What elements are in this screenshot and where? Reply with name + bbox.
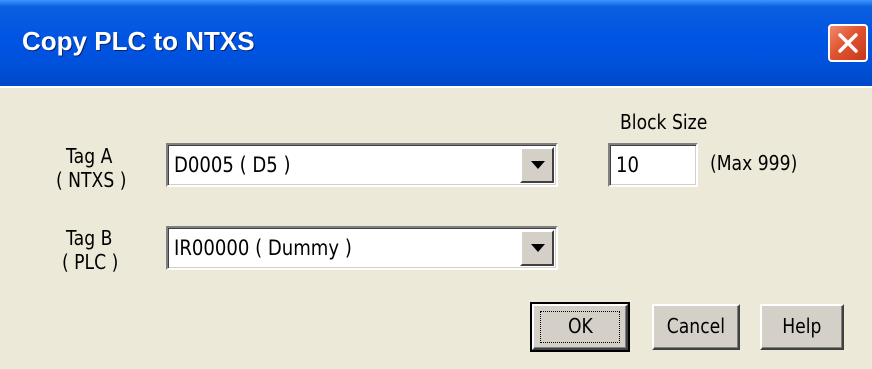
tag-b-dropdown-button[interactable] xyxy=(520,230,554,266)
block-size-value: 10 xyxy=(616,153,639,177)
cancel-button-label: Cancel xyxy=(666,314,726,338)
tag-a-sublabel: ( NTXS ) xyxy=(56,168,127,192)
tag-a-value: D0005 ( D5 ) xyxy=(174,153,291,177)
help-button[interactable]: Help xyxy=(760,304,844,350)
block-size-input[interactable]: 10 xyxy=(608,143,698,187)
tag-a-dropdown[interactable]: D0005 ( D5 ) xyxy=(166,143,558,187)
tag-b-dropdown[interactable]: IR00000 ( Dummy ) xyxy=(166,226,558,270)
dialog-title: Copy PLC to NTXS xyxy=(22,26,255,56)
tag-b-value: IR00000 ( Dummy ) xyxy=(174,236,352,260)
block-size-max-note: (Max 999) xyxy=(710,151,798,175)
ok-button[interactable]: OK xyxy=(530,302,630,352)
tag-a-label: Tag A xyxy=(66,144,113,168)
help-button-label: Help xyxy=(782,314,822,338)
client-edge xyxy=(0,86,872,88)
tag-b-sublabel: ( PLC ) xyxy=(62,250,119,274)
ok-button-label: OK xyxy=(567,314,593,338)
dialog-window: Copy PLC to NTXS Tag A ( NTXS ) D0005 ( … xyxy=(0,0,872,369)
title-bar[interactable]: Copy PLC to NTXS xyxy=(0,0,872,86)
block-size-label: Block Size xyxy=(620,110,708,134)
tag-b-label: Tag B xyxy=(66,226,113,250)
tag-a-dropdown-button[interactable] xyxy=(520,147,554,183)
close-button[interactable] xyxy=(828,24,868,62)
cancel-button[interactable]: Cancel xyxy=(652,304,740,350)
